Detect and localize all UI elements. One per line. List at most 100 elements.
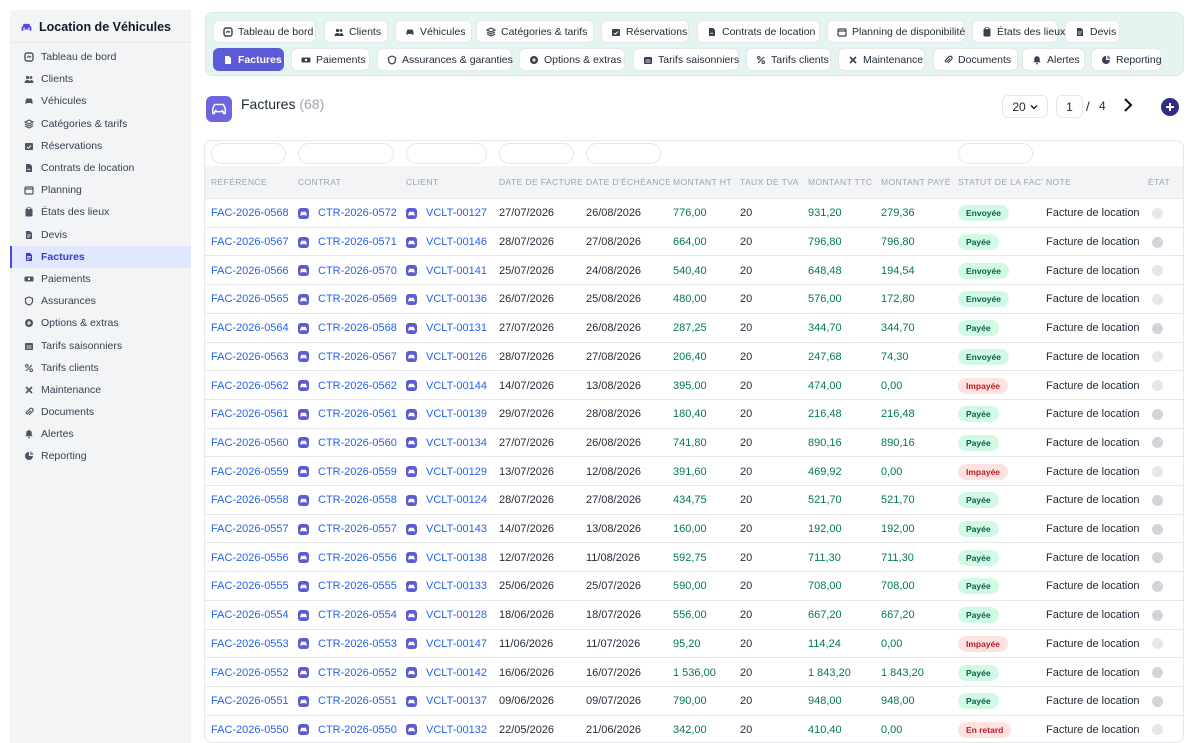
contract-cell[interactable]: CTR-2026-0555 [298,572,404,601]
invoice-reference-link[interactable]: FAC-2026-0560 [211,429,296,458]
table-row[interactable]: FAC-2026-0562 CTR-2026-0562 VCLT-00144 14/0… [205,370,1183,400]
next-page-icon[interactable] [1121,96,1135,114]
contract-link[interactable]: CTR-2026-0570 [318,265,397,277]
client-link[interactable]: VCLT-00141 [426,265,487,277]
client-link[interactable]: VCLT-00128 [426,609,487,621]
tab[interactable]: Réservations [601,20,689,43]
column-header[interactable]: MONTANT TTC [808,166,878,198]
client-link[interactable]: VCLT-00126 [426,351,487,363]
sidebar-item[interactable]: Options & extras [10,312,191,334]
sidebar-item[interactable]: Catégories & tarifs [10,113,191,135]
table-row[interactable]: FAC-2026-0561 CTR-2026-0561 VCLT-00139 29/0… [205,398,1183,429]
contract-cell[interactable]: CTR-2026-0560 [298,429,404,458]
contract-link[interactable]: CTR-2026-0562 [318,380,397,392]
tab[interactable]: Factures [213,48,284,71]
tab[interactable]: Catégories & tarifs [476,20,594,43]
contract-link[interactable]: CTR-2026-0550 [318,724,397,736]
invoice-reference-link[interactable]: FAC-2026-0563 [211,343,296,372]
sidebar-item[interactable]: États des lieux [10,201,191,223]
client-cell[interactable]: VCLT-00128 [406,601,496,630]
column-header[interactable]: DATE DE FACTURE [499,166,583,198]
contract-cell[interactable]: CTR-2026-0550 [298,716,404,742]
sidebar-item[interactable]: Véhicules [10,90,191,112]
invoice-reference-link[interactable]: FAC-2026-0554 [211,601,296,630]
sidebar-item[interactable]: Alertes [10,423,191,445]
client-link[interactable]: VCLT-00138 [426,552,487,564]
sidebar-item[interactable]: Clients [10,68,191,90]
contract-cell[interactable]: CTR-2026-0552 [298,658,404,687]
column-header[interactable]: MONTANT HT [673,166,737,198]
client-cell[interactable]: VCLT-00134 [406,429,496,458]
invoice-reference-link[interactable]: FAC-2026-0551 [211,687,296,716]
sidebar-item[interactable]: Maintenance [10,379,191,401]
invoice-reference-link[interactable]: FAC-2026-0552 [211,658,296,687]
client-link[interactable]: VCLT-00132 [426,724,487,736]
table-row[interactable]: FAC-2026-0551 CTR-2026-0551 VCLT-00137 09/0… [205,685,1183,716]
client-link[interactable]: VCLT-00139 [426,408,487,420]
column-header[interactable]: CLIENT [406,166,496,198]
contract-link[interactable]: CTR-2026-0557 [318,523,397,535]
contract-link[interactable]: CTR-2026-0552 [318,667,397,679]
contract-link[interactable]: CTR-2026-0553 [318,638,397,650]
filter-invoice-date[interactable] [499,143,574,164]
invoice-reference-link[interactable]: FAC-2026-0562 [211,371,296,400]
column-header[interactable]: ÉTAT [1148,166,1182,198]
table-row[interactable]: FAC-2026-0554 CTR-2026-0554 VCLT-00128 18/0… [205,599,1183,630]
contract-cell[interactable]: CTR-2026-0567 [298,343,404,372]
client-link[interactable]: VCLT-00133 [426,580,487,592]
sidebar-item[interactable]: Tableau de bord [10,46,191,68]
client-cell[interactable]: VCLT-00138 [406,543,496,572]
client-link[interactable]: VCLT-00131 [426,322,487,334]
table-row[interactable]: FAC-2026-0559 CTR-2026-0559 VCLT-00129 13/0… [205,456,1183,486]
client-link[interactable]: VCLT-00134 [426,437,487,449]
contract-link[interactable]: CTR-2026-0551 [318,695,397,707]
tab[interactable]: Clients [324,20,388,43]
client-cell[interactable]: VCLT-00131 [406,314,496,343]
table-row[interactable]: FAC-2026-0565 CTR-2026-0569 VCLT-00136 26/0… [205,284,1183,313]
client-cell[interactable]: VCLT-00127 [406,199,496,228]
sidebar-item[interactable]: Tarifs clients [10,357,191,379]
contract-link[interactable]: CTR-2026-0555 [318,580,397,592]
app-brand[interactable]: Location de Véhicules [10,10,191,43]
invoice-reference-link[interactable]: FAC-2026-0555 [211,572,296,601]
invoice-reference-link[interactable]: FAC-2026-0559 [211,457,296,486]
sidebar-item[interactable]: Contrats de location [10,157,191,179]
sidebar-item[interactable]: Réservations [10,135,191,157]
column-header[interactable]: RÉFÉRENCE [211,166,296,198]
invoice-reference-link[interactable]: FAC-2026-0568 [211,199,296,228]
contract-cell[interactable]: CTR-2026-0562 [298,371,404,400]
client-cell[interactable]: VCLT-00139 [406,400,496,429]
client-link[interactable]: VCLT-00136 [426,293,487,305]
table-row[interactable]: FAC-2026-0568 CTR-2026-0572 VCLT-00127 27/0… [205,198,1183,228]
contract-link[interactable]: CTR-2026-0567 [318,351,397,363]
contract-link[interactable]: CTR-2026-0558 [318,494,397,506]
contract-link[interactable]: CTR-2026-0561 [318,408,397,420]
client-link[interactable]: VCLT-00142 [426,667,487,679]
client-cell[interactable]: VCLT-00133 [406,572,496,601]
client-link[interactable]: VCLT-00124 [426,494,487,506]
sidebar-item[interactable]: Assurances [10,290,191,312]
add-invoice-button[interactable] [1161,98,1179,116]
filter-contract[interactable] [298,143,394,164]
client-link[interactable]: VCLT-00127 [426,207,487,219]
column-header[interactable]: STATUT DE LA FACTURE [958,166,1043,198]
contract-cell[interactable]: CTR-2026-0557 [298,515,404,544]
sidebar-item[interactable]: Factures [10,245,191,268]
table-row[interactable]: FAC-2026-0553 CTR-2026-0553 VCLT-00147 11/0… [205,628,1183,659]
filter-status[interactable] [958,143,1033,164]
invoice-reference-link[interactable]: FAC-2026-0556 [211,543,296,572]
table-row[interactable]: FAC-2026-0550 CTR-2026-0550 VCLT-00132 22/0… [205,714,1183,742]
contract-cell[interactable]: CTR-2026-0572 [298,199,404,228]
table-row[interactable]: FAC-2026-0560 CTR-2026-0560 VCLT-00134 27/0… [205,427,1183,458]
sidebar-item[interactable]: Paiements [10,268,191,290]
contract-cell[interactable]: CTR-2026-0551 [298,687,404,716]
filter-due-date[interactable] [586,143,661,164]
tab[interactable]: Devis [1065,20,1120,43]
tab[interactable]: Véhicules [395,20,472,43]
page-number-input[interactable]: 1 [1056,95,1083,118]
contract-link[interactable]: CTR-2026-0560 [318,437,397,449]
tab[interactable]: Tarifs clients [746,48,831,71]
column-header[interactable]: DATE D'ÉCHÉANCE [586,166,670,198]
client-cell[interactable]: VCLT-00147 [406,630,496,659]
tab[interactable]: Contrats de location [697,20,820,43]
